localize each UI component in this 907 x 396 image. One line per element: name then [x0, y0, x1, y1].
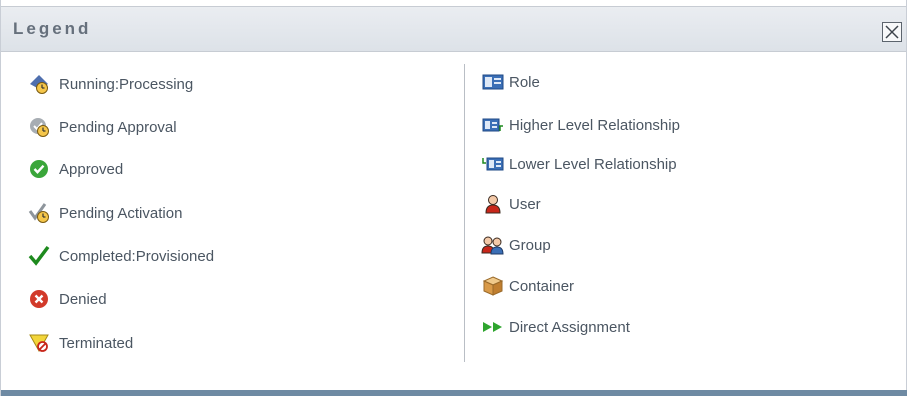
legend-label: Completed:Provisioned — [59, 247, 215, 265]
denied-icon — [27, 288, 51, 310]
column-divider — [464, 64, 465, 362]
legend-dialog: Legend Running:Processing Pending Approv… — [0, 0, 907, 396]
legend-label: Denied — [59, 290, 107, 308]
dialog-header: Legend — [1, 6, 906, 52]
legend-item-completed-provisioned: Completed:Provisioned — [27, 245, 214, 267]
legend-label: Group — [509, 236, 551, 254]
dialog-title: Legend — [13, 19, 92, 38]
legend-label: Role — [509, 73, 540, 91]
legend-item-pending-activation: Pending Activation — [27, 202, 182, 224]
legend-item-direct-assignment: Direct Assignment — [481, 316, 630, 338]
legend-label: Running:Processing — [59, 75, 194, 93]
legend-label: Higher Level Relationship — [509, 116, 680, 134]
legend-label: Terminated — [59, 334, 134, 352]
running-processing-icon — [27, 73, 51, 95]
terminated-icon — [27, 332, 51, 354]
legend-item-role: Role — [481, 71, 540, 93]
container-icon — [481, 275, 505, 297]
legend-item-container: Container — [481, 275, 574, 297]
legend-label: Direct Assignment — [509, 318, 630, 336]
legend-item-denied: Denied — [27, 288, 107, 310]
group-icon — [481, 234, 505, 256]
legend-item-higher-level-relationship: Higher Level Relationship — [481, 114, 680, 136]
legend-label: Approved — [59, 160, 124, 178]
legend-label: Pending Approval — [59, 118, 177, 136]
approved-icon — [27, 158, 51, 180]
close-button[interactable] — [882, 22, 902, 42]
legend-item-approved: Approved — [27, 158, 123, 180]
higher-level-relationship-icon — [481, 114, 505, 136]
legend-label: Container — [509, 277, 575, 295]
legend-item-terminated: Terminated — [27, 332, 133, 354]
dialog-footer-bar — [1, 390, 907, 396]
legend-item-running-processing: Running:Processing — [27, 73, 193, 95]
lower-level-relationship-icon — [481, 153, 505, 175]
pending-approval-icon — [27, 116, 51, 138]
legend-label: Pending Activation — [59, 204, 183, 222]
pending-activation-icon — [27, 202, 51, 224]
direct-assignment-icon — [481, 316, 505, 338]
legend-item-pending-approval: Pending Approval — [27, 116, 177, 138]
legend-item-lower-level-relationship: Lower Level Relationship — [481, 153, 677, 175]
role-icon — [481, 71, 505, 93]
legend-label: Lower Level Relationship — [509, 155, 677, 173]
legend-label: User — [509, 195, 541, 213]
completed-provisioned-icon — [27, 245, 51, 267]
legend-item-user: User — [481, 193, 541, 215]
close-icon — [885, 25, 899, 39]
user-icon — [481, 193, 505, 215]
legend-item-group: Group — [481, 234, 551, 256]
